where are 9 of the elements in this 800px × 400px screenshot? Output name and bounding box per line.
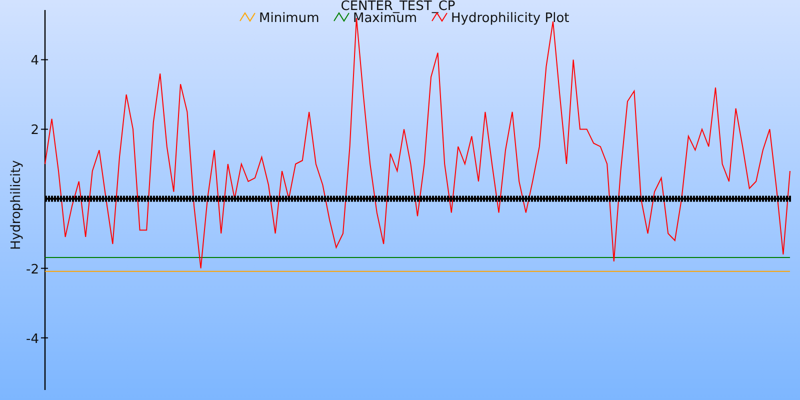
legend-label: Hydrophilicity Plot: [451, 11, 570, 26]
legend-label: Minimum: [259, 11, 320, 26]
chart-title: CENTER_TEST_CP: [340, 0, 456, 14]
legend-label: Maximum: [353, 11, 418, 26]
y-tick-label: -4: [26, 332, 39, 347]
y-tick-label: 4: [30, 54, 39, 69]
y-tick-label: 2: [30, 123, 39, 138]
y-axis-title: Hydrophilicity: [9, 160, 24, 250]
y-tick-label: -2: [26, 262, 39, 278]
